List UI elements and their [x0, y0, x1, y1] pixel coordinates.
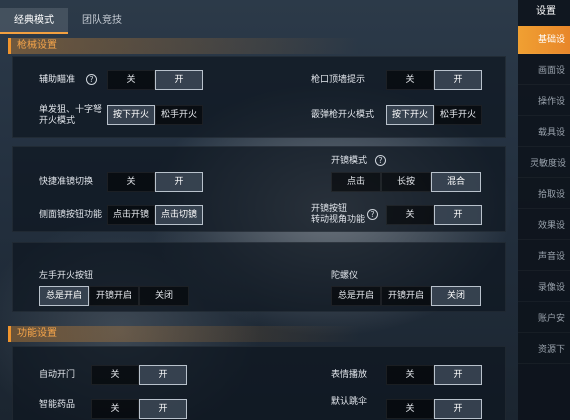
gyro-always[interactable]: 总是开启 — [331, 286, 381, 306]
tab-team[interactable]: 团队竞技 — [68, 8, 136, 34]
side-scope-open[interactable]: 点击开镜 — [107, 205, 155, 225]
tab-classic[interactable]: 经典模式 — [0, 8, 68, 34]
left-fire-toggle: 总是开启 开镜开启 关闭 — [39, 286, 189, 306]
mode-tabs: 经典模式 团队竞技 — [0, 8, 136, 34]
scope-mode-mixed[interactable]: 混合 — [431, 172, 481, 192]
scope-mode-toggle: 点击 长按 混合 — [331, 172, 481, 192]
section-func-settings: 功能设置 — [8, 326, 510, 342]
left-fire-always[interactable]: 总是开启 — [39, 286, 89, 306]
left-fire-scope[interactable]: 开镜开启 — [89, 286, 139, 306]
emote-play-label: 表情播放 — [331, 370, 368, 380]
scope-mode-tap[interactable]: 点击 — [331, 172, 381, 192]
scope-view-off[interactable]: 关 — [386, 205, 434, 225]
left-fire-off[interactable]: 关闭 — [139, 286, 189, 306]
sidebar-item-vehicle[interactable]: 载具设 — [518, 119, 570, 147]
sidebar-item-sensitivity[interactable]: 灵敏度设 — [518, 150, 570, 178]
side-scope-label: 侧面镜按钮功能 — [39, 210, 103, 220]
sidebar-item-effects[interactable]: 效果设 — [518, 212, 570, 240]
smart-meds-label: 智能药品 — [39, 400, 76, 410]
single-fire-press[interactable]: 按下开火 — [107, 105, 155, 125]
gyro-label: 陀螺仪 — [331, 271, 359, 281]
sidebar-item-resources[interactable]: 资源下 — [518, 336, 570, 364]
scope-view-label-2: 转动视角功能 — [311, 215, 366, 225]
muzzle-hint-label: 枪口顶墙提示 — [311, 75, 366, 85]
section-gun-settings: 枪械设置 — [8, 38, 510, 54]
help-icon[interactable]: ? — [86, 74, 97, 85]
panel-buttons: 左手开火按钮 总是开启 开镜开启 关闭 陀螺仪 总是开启 开镜开启 关闭 — [12, 242, 506, 312]
emote-play-toggle: 关 开 — [386, 365, 482, 385]
aim-assist-off[interactable]: 关 — [107, 70, 155, 90]
shotgun-fire-release[interactable]: 松手开火 — [434, 105, 482, 125]
scope-mode-hold[interactable]: 长按 — [381, 172, 431, 192]
sidebar-item-account[interactable]: 账户安 — [518, 305, 570, 333]
shotgun-fire-press[interactable]: 按下开火 — [386, 105, 434, 125]
aim-assist-toggle: 关 开 — [107, 70, 203, 90]
scope-mode-label: 开镜模式 — [331, 156, 368, 166]
default-jump-off[interactable]: 关 — [386, 399, 434, 419]
default-jump-label: 默认跳伞 — [331, 397, 368, 407]
settings-sidebar: 设置 基础设 画面设 操作设 载具设 灵敏度设 拾取设 效果设 声音设 录像设 … — [518, 0, 570, 420]
quick-scope-toggle: 关 开 — [107, 172, 203, 192]
auto-door-toggle: 关 开 — [91, 365, 187, 385]
emote-play-off[interactable]: 关 — [386, 365, 434, 385]
aim-assist-label: 辅助瞄准 — [39, 75, 76, 85]
side-scope-toggle: 点击开镜 点击切镜 — [107, 205, 203, 225]
muzzle-hint-off[interactable]: 关 — [386, 70, 434, 90]
single-fire-release[interactable]: 松手开火 — [155, 105, 203, 125]
emote-play-on[interactable]: 开 — [434, 365, 482, 385]
auto-door-label: 自动开门 — [39, 370, 76, 380]
aim-assist-on[interactable]: 开 — [155, 70, 203, 90]
shotgun-fire-toggle: 按下开火 松手开火 — [386, 105, 482, 125]
gyro-scope[interactable]: 开镜开启 — [381, 286, 431, 306]
sidebar-item-replay[interactable]: 录像设 — [518, 274, 570, 302]
gyro-off[interactable]: 关闭 — [431, 286, 481, 306]
panel-scope: 开镜模式 ? 点击 长按 混合 快捷准镜切换 关 开 侧面镜按钮功能 点击开镜 … — [12, 146, 506, 232]
quick-scope-off[interactable]: 关 — [107, 172, 155, 192]
sidebar-item-graphics[interactable]: 画面设 — [518, 57, 570, 85]
scope-view-on[interactable]: 开 — [434, 205, 482, 225]
muzzle-hint-on[interactable]: 开 — [434, 70, 482, 90]
side-scope-switch[interactable]: 点击切镜 — [155, 205, 203, 225]
gyro-toggle: 总是开启 开镜开启 关闭 — [331, 286, 481, 306]
single-fire-toggle: 按下开火 松手开火 — [107, 105, 203, 125]
muzzle-hint-toggle: 关 开 — [386, 70, 482, 90]
sidebar-item-controls[interactable]: 操作设 — [518, 88, 570, 116]
smart-meds-toggle: 关 开 — [91, 399, 187, 419]
default-jump-toggle: 关 开 — [386, 399, 482, 419]
sidebar-title: 设置 — [536, 6, 556, 17]
default-jump-on[interactable]: 开 — [434, 399, 482, 419]
help-icon[interactable]: ? — [375, 155, 386, 166]
scope-view-label-1: 开镜按钮 — [311, 204, 348, 214]
shotgun-fire-label: 霰弹枪开火模式 — [311, 110, 375, 120]
single-fire-label-2: 开火模式 — [39, 116, 76, 126]
left-fire-label: 左手开火按钮 — [39, 271, 94, 281]
auto-door-on[interactable]: 开 — [139, 365, 187, 385]
quick-scope-label: 快捷准镜切换 — [39, 177, 94, 187]
quick-scope-on[interactable]: 开 — [155, 172, 203, 192]
smart-meds-off[interactable]: 关 — [91, 399, 139, 419]
help-icon[interactable]: ? — [367, 209, 378, 220]
sidebar-item-basic[interactable]: 基础设 — [518, 26, 570, 54]
scope-view-toggle: 关 开 — [386, 205, 482, 225]
single-fire-label-1: 单发狙、十字弩 — [39, 105, 103, 115]
panel-aim: 辅助瞄准 ? 关 开 枪口顶墙提示 关 开 单发狙、十字弩 开火模式 按下开火 … — [12, 56, 506, 138]
auto-door-off[interactable]: 关 — [91, 365, 139, 385]
smart-meds-on[interactable]: 开 — [139, 399, 187, 419]
sidebar-item-sound[interactable]: 声音设 — [518, 243, 570, 271]
sidebar-item-pickup[interactable]: 拾取设 — [518, 181, 570, 209]
panel-func: 自动开门 关 开 表情播放 关 开 智能药品 关 开 默认跳伞 关 开 — [12, 346, 506, 420]
